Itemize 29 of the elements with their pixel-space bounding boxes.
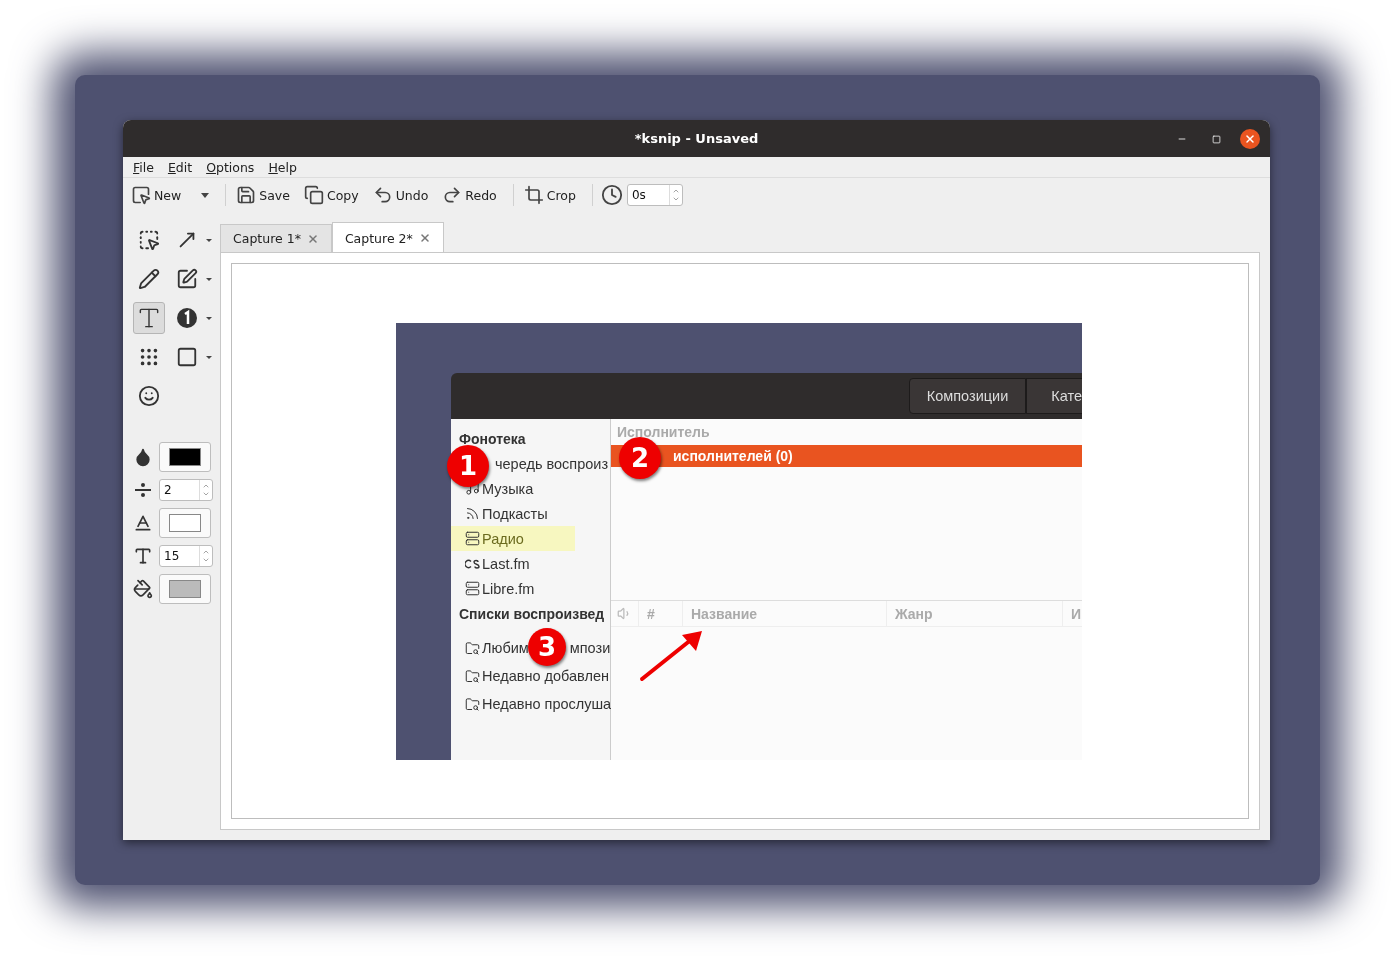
sidebar-label: Любим [482, 640, 529, 656]
menu-item[interactable]: Help [268, 159, 297, 175]
toolbar-button[interactable]: Copy [301, 183, 367, 207]
spin-box[interactable]: 0s [626, 184, 683, 206]
toolbar-button[interactable]: New [129, 183, 218, 207]
sidebar-label: мпози [569, 640, 611, 656]
sidebar-label: Libre.fm [482, 580, 535, 597]
sidebar-label: Недавно прослуша [482, 696, 612, 712]
window-title: *ksnip - Unsaved [634, 131, 759, 146]
capture-tab[interactable]: Capture 2* [331, 222, 444, 253]
sidebar-label: Last.fm [482, 555, 530, 572]
view-button[interactable]: Кате [1026, 378, 1082, 414]
toolbar-button[interactable]: Undo [370, 183, 437, 207]
sidebar-label: чередь воспроиз [495, 455, 609, 472]
menu-item[interactable]: File [133, 159, 154, 175]
sidebar-heading: Списки воспроизвед [458, 605, 606, 624]
toolbar-button[interactable]: Redo [440, 183, 505, 207]
spin-box[interactable]: 2 [159, 479, 213, 501]
menu-item[interactable]: Options [206, 159, 255, 175]
capture-tab[interactable]: Capture 1* [220, 224, 332, 252]
menu-item[interactable]: Edit [167, 159, 193, 175]
sidebar-label: Недавно добавлен [482, 668, 609, 684]
selected-item-highlight[interactable]: Радио [451, 526, 575, 551]
sidebar-label: Подкасты [482, 505, 548, 522]
toolbar-button[interactable]: Crop [521, 183, 584, 207]
view-button[interactable]: Композиции [908, 378, 1027, 414]
sidebar-label: Радио [482, 530, 524, 547]
spin-box[interactable]: 15 [159, 545, 213, 567]
toolbar-button[interactable]: Save [234, 183, 298, 207]
